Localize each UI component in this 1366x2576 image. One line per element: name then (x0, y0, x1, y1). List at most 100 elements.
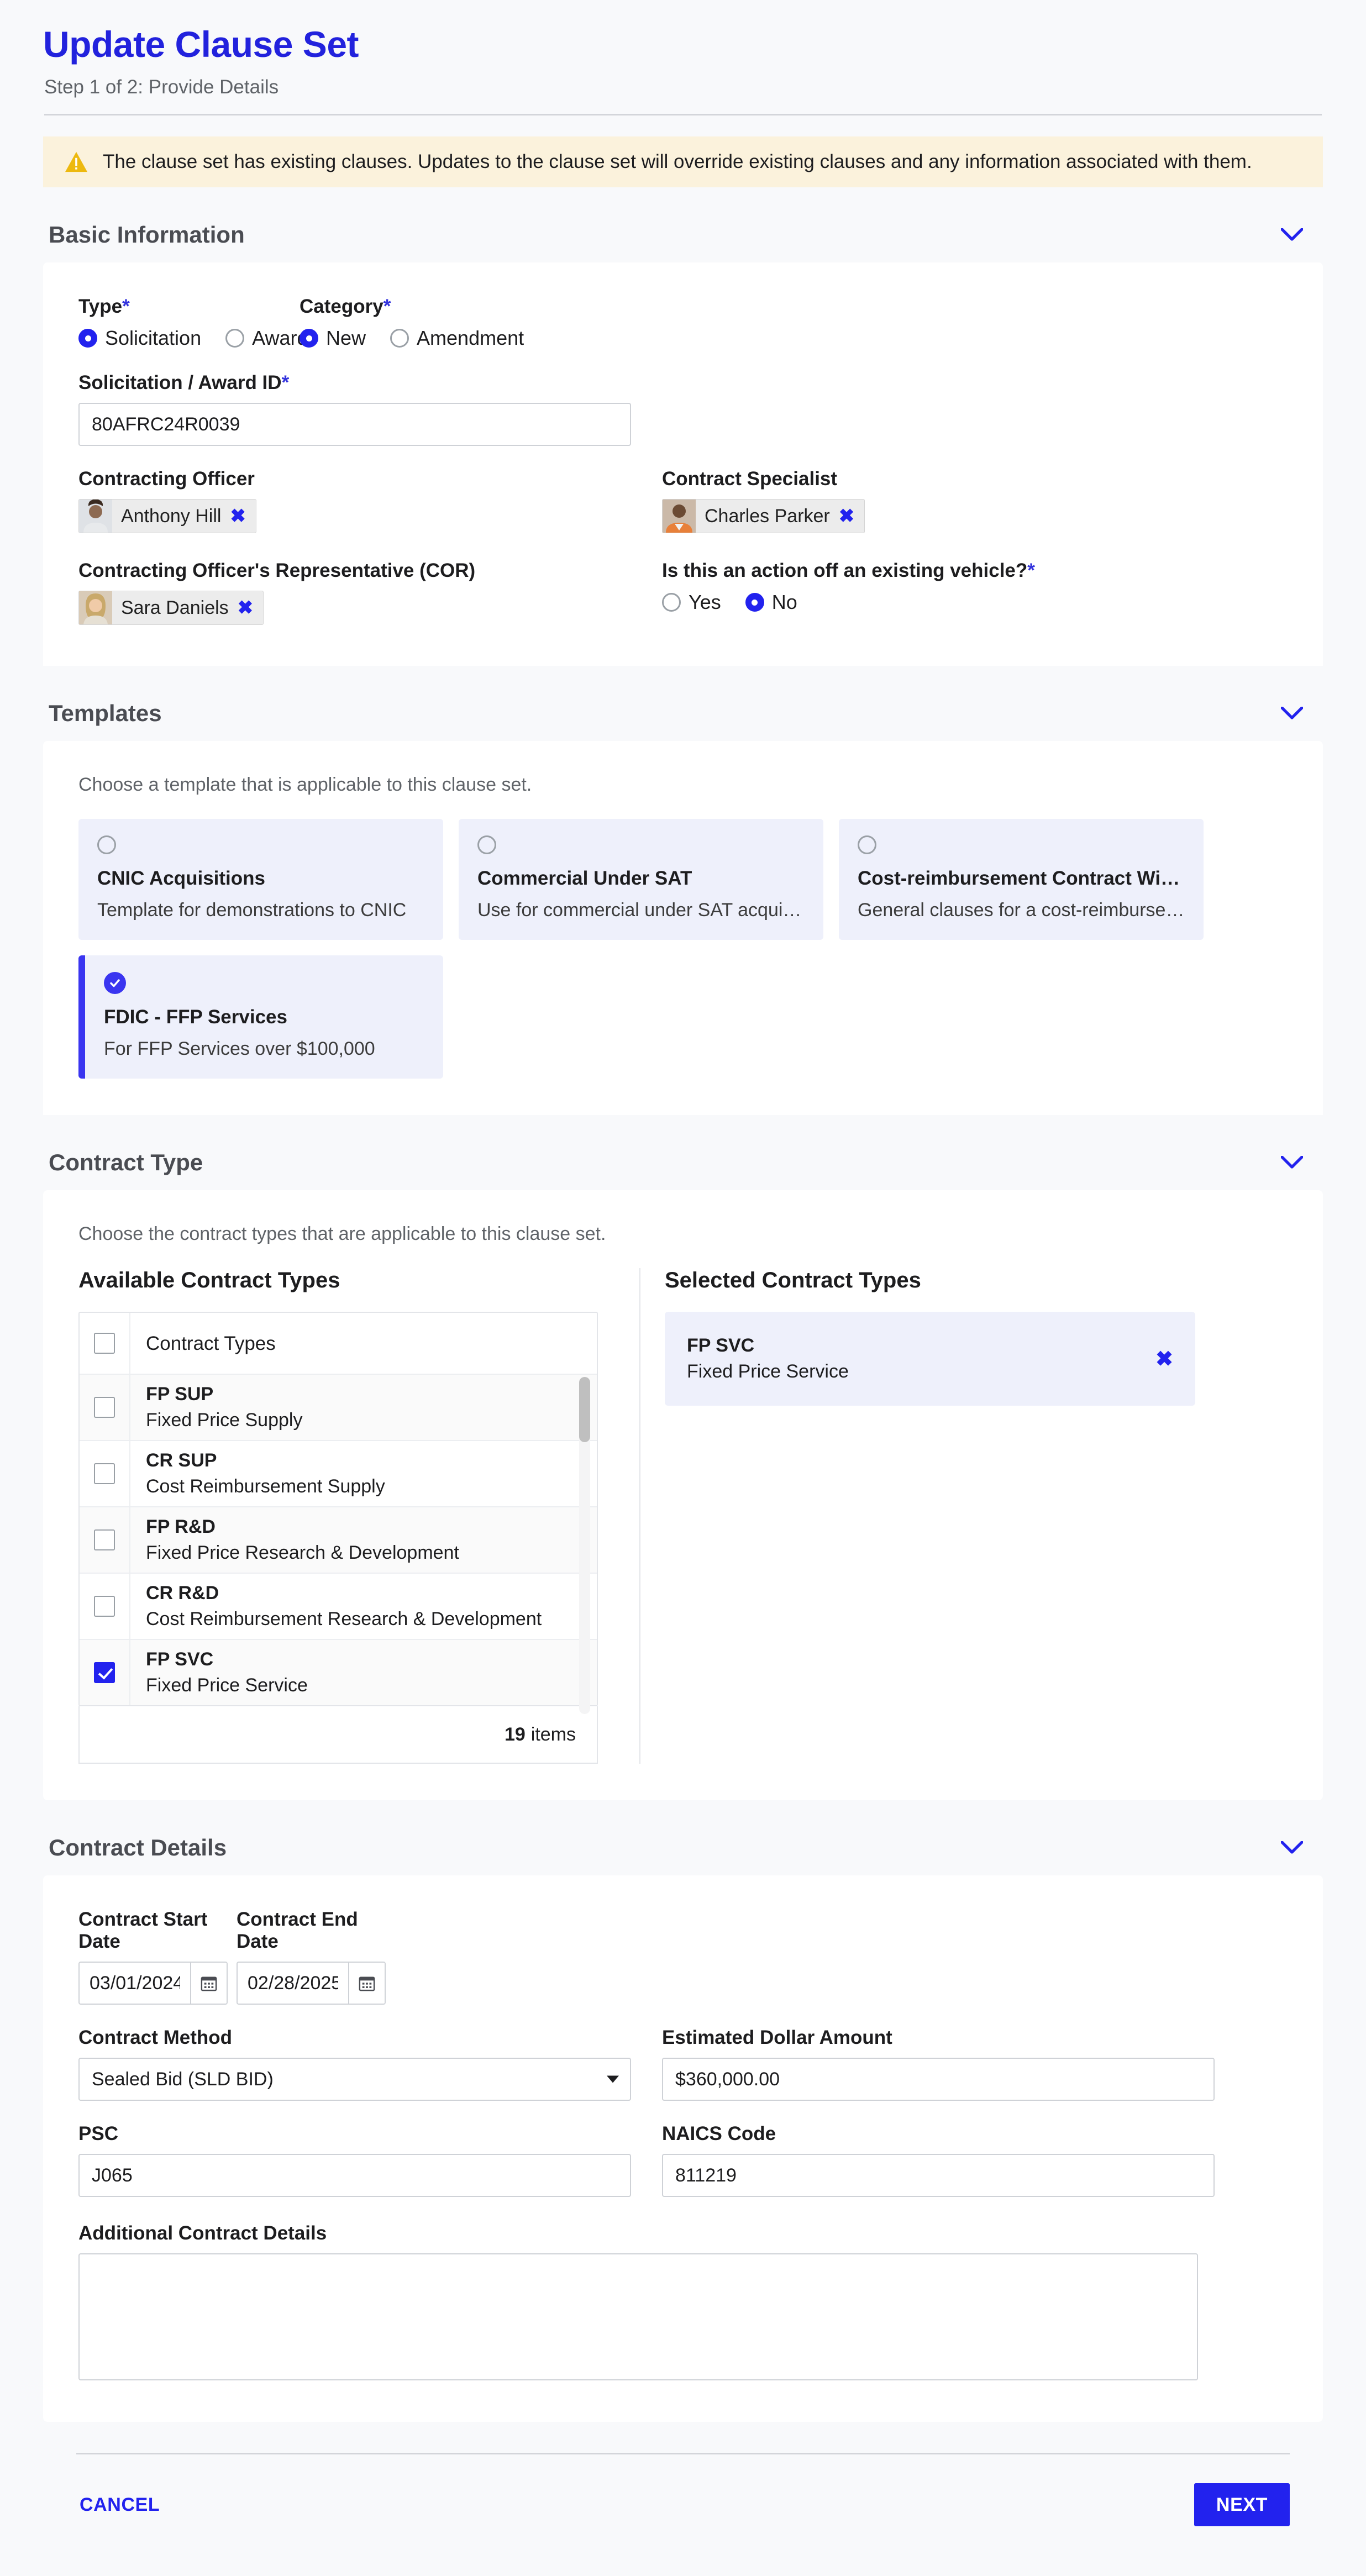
section-templates: Templates Choose a template that is appl… (43, 686, 1323, 1115)
section-title: Contract Type (49, 1149, 203, 1175)
additional-contract-details-field: Additional Contract Details (78, 2222, 1288, 2385)
contract-method-select[interactable]: Sealed Bid (SLD BID) (78, 2058, 631, 2101)
radio-award[interactable]: Award (225, 327, 308, 350)
selected-code: FP SVC (687, 1335, 755, 1356)
template-desc: For FFP Services over $100,000 (104, 1038, 375, 1059)
radio-dot-solicitation[interactable] (78, 329, 97, 348)
radio-dot-yes[interactable] (662, 593, 681, 612)
template-name: Cost-reimbursement Contract With Educ... (858, 868, 1185, 889)
item-count-label: items (530, 1723, 576, 1745)
psc-input[interactable] (78, 2154, 631, 2197)
avatar (79, 500, 112, 533)
naics-input[interactable] (662, 2154, 1215, 2197)
calendar-icon[interactable] (190, 1963, 227, 2004)
table-row[interactable]: FP SUP Fixed Price Supply (80, 1375, 597, 1441)
radio-icon[interactable] (97, 835, 116, 854)
officer-specialist-row: Contracting Officer Anthony Hill ✖ Contr… (78, 468, 1288, 538)
row-checkbox[interactable] (94, 1529, 115, 1550)
check-circle-icon (104, 972, 126, 994)
radio-solicitation[interactable]: Solicitation (78, 327, 201, 350)
psc-label: PSC (78, 2123, 118, 2144)
radio-dot-amendment[interactable] (390, 329, 409, 348)
row-checkbox[interactable] (94, 1463, 115, 1484)
radio-vehicle-no[interactable]: No (745, 591, 797, 614)
row-checkbox[interactable] (94, 1662, 115, 1683)
close-icon[interactable]: ✖ (839, 507, 855, 525)
radio-icon[interactable] (477, 835, 496, 854)
naics-field: NAICS Code (662, 2123, 1226, 2197)
select-all-checkbox[interactable] (94, 1333, 115, 1354)
radio-vehicle-yes[interactable]: Yes (662, 591, 721, 614)
additional-contract-details-textarea[interactable] (78, 2253, 1198, 2380)
radio-dot-new[interactable] (300, 329, 318, 348)
available-list-shell: Contract Types FP SUP Fixed Price Supply (78, 1312, 598, 1714)
table-row[interactable]: CR SUP Cost Reimbursement Supply (80, 1441, 597, 1507)
contract-end-date-input[interactable] (238, 1963, 348, 2004)
row-code: FP R&D (146, 1516, 216, 1537)
templates-body: Choose a template that is applicable to … (43, 741, 1323, 1115)
templates-header[interactable]: Templates (43, 686, 1323, 741)
chevron-down-icon[interactable] (1280, 701, 1304, 726)
selected-desc: Fixed Price Service (687, 1361, 849, 1382)
chip-name: Charles Parker (705, 505, 830, 527)
templates-helper: Choose a template that is applicable to … (78, 774, 532, 795)
existing-vehicle-radio-group: Yes No (662, 591, 1226, 614)
page-footer: CANCEL NEXT (33, 2453, 1333, 2576)
radio-icon[interactable] (858, 835, 876, 854)
cancel-button[interactable]: CANCEL (76, 2494, 163, 2516)
template-name: FDIC - FFP Services (104, 1006, 287, 1028)
type-field: Type* Solicitation Award (78, 296, 308, 350)
basic-information-header[interactable]: Basic Information (43, 207, 1323, 262)
scrollbar-thumb[interactable] (579, 1377, 590, 1442)
header-divider (44, 114, 1322, 115)
solicitation-award-id-input[interactable] (78, 403, 631, 446)
table-row[interactable]: FP R&D Fixed Price Research & Developmen… (80, 1507, 597, 1574)
template-card[interactable]: Cost-reimbursement Contract With Educ...… (839, 819, 1204, 940)
radio-dot-no[interactable] (745, 593, 764, 612)
calendar-icon[interactable] (348, 1963, 385, 2004)
contract-dates-row: Contract Start Date 03/01/2024 Contract … (78, 1909, 1288, 2005)
templates-grid: CNIC Acquisitions Template for demonstra… (78, 819, 1288, 1079)
select-all-cell[interactable] (80, 1313, 130, 1374)
type-label: Type* (78, 296, 130, 317)
type-group: Type* Solicitation Award Category* New A… (78, 296, 642, 350)
available-contract-types-heading: Available Contract Types (78, 1268, 340, 1292)
close-icon[interactable]: ✖ (238, 598, 254, 617)
chevron-down-icon[interactable] (1280, 1150, 1304, 1175)
row-checkbox[interactable] (94, 1397, 115, 1418)
chip-contract-specialist[interactable]: Charles Parker ✖ (662, 499, 865, 533)
row-desc: Fixed Price Research & Development (146, 1542, 459, 1563)
contract-type-header[interactable]: Contract Type (43, 1135, 1323, 1190)
contract-start-date-field: Contract Start Date (78, 1909, 228, 2005)
contract-type-body: Choose the contract types that are appli… (43, 1190, 1323, 1800)
chip-cor[interactable]: Sara Daniels ✖ (78, 591, 264, 625)
radio-amendment[interactable]: Amendment (390, 327, 524, 350)
psc-naics-row: PSC NAICS Code (78, 2123, 1288, 2197)
chevron-down-icon[interactable] (1280, 1836, 1304, 1860)
radio-dot-award[interactable] (225, 329, 245, 348)
item-count: 19 (504, 1723, 526, 1745)
template-card[interactable]: Commercial Under SAT Use for commercial … (459, 819, 823, 940)
contract-type-dual-list: Available Contract Types Contract Types (78, 1268, 1288, 1764)
template-card[interactable]: CNIC Acquisitions Template for demonstra… (78, 819, 443, 940)
chevron-down-icon[interactable] (1280, 223, 1304, 247)
row-desc: Cost Reimbursement Supply (146, 1476, 385, 1497)
table-row[interactable]: CR R&D Cost Reimbursement Research & Dev… (80, 1574, 597, 1640)
row-checkbox[interactable] (94, 1596, 115, 1617)
chevron-down-icon[interactable] (607, 2075, 619, 2083)
existing-vehicle-field: Is this an action off an existing vehicl… (662, 560, 1226, 629)
close-icon[interactable]: ✖ (230, 507, 246, 525)
radio-new[interactable]: New (300, 327, 366, 350)
chip-contracting-officer[interactable]: Anthony Hill ✖ (78, 499, 256, 533)
next-button[interactable]: NEXT (1194, 2483, 1290, 2526)
contract-specialist-label: Contract Specialist (662, 468, 838, 490)
contract-start-date-input[interactable] (80, 1963, 190, 2004)
template-card-selected[interactable]: FDIC - FFP Services For FFP Services ove… (78, 955, 443, 1079)
contract-details-header[interactable]: Contract Details (43, 1820, 1323, 1875)
estimated-dollar-amount-input[interactable] (662, 2058, 1215, 2101)
contract-end-date-field: Contract End Date (237, 1909, 386, 2005)
close-icon[interactable]: ✖ (1155, 1347, 1173, 1371)
table-row[interactable]: FP SVC Fixed Price Service (80, 1640, 597, 1705)
list-scrollbar[interactable] (579, 1377, 590, 1714)
radio-label-amendment: Amendment (417, 327, 524, 349)
